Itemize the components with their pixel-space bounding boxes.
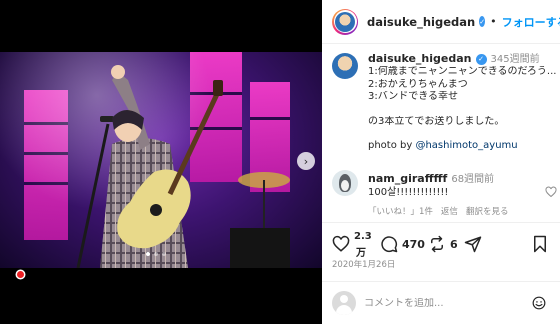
current-user-avatar	[332, 291, 356, 315]
side-panel: daisuke_higedan ✓ • フォローする ··· daisuke_h…	[322, 0, 560, 324]
carousel-dot	[154, 252, 158, 256]
repost-icon[interactable]	[428, 235, 446, 253]
commenter-avatar[interactable]	[332, 170, 358, 196]
carousel-next-button[interactable]: ›	[297, 152, 315, 170]
comment-text: 100살!!!!!!!!!!!!!	[368, 186, 449, 198]
caption-username[interactable]: daisuke_higedan	[368, 53, 472, 65]
comment-icon[interactable]	[380, 235, 398, 253]
author-avatar[interactable]	[332, 8, 358, 35]
action-bar: 2.3 万 470 6	[322, 222, 560, 262]
comment-meta: 「いいね！」1件 返信 翻訳を見る	[368, 205, 516, 217]
caption-line: 2:おかえりちゃんまつ	[368, 78, 468, 90]
like-count-top[interactable]: 2.3	[354, 231, 372, 242]
post-date[interactable]: 2020年1月26日	[332, 258, 395, 270]
send-icon[interactable]	[464, 235, 482, 253]
caption-body: daisuke_higedan ✓ 345週間前 1:何歳までニャンニャンできるのだ…	[368, 53, 558, 152]
heart-icon[interactable]	[545, 186, 557, 198]
caption-line: 1:何歳までニャンニャンできるのだろう...	[368, 66, 557, 78]
performer-illustration	[76, 65, 290, 268]
caption-author-avatar[interactable]	[332, 53, 358, 79]
media-panel: ›	[0, 0, 322, 324]
repost-count[interactable]: 6	[450, 238, 458, 251]
commenter-username[interactable]: nam_girafffff	[368, 172, 447, 185]
post-header: daisuke_higedan ✓ • フォローする ···	[322, 0, 560, 44]
comment-likes-link[interactable]: 「いいね！」1件	[368, 207, 433, 217]
comment-body: nam_girafffff 68週間前 100살!!!!!!!!!!!!!	[368, 172, 538, 199]
follow-button[interactable]: フォローする	[502, 14, 560, 30]
comment-input-bar	[322, 281, 560, 324]
caption-mention-link[interactable]: @hashimoto_ayumu	[415, 140, 517, 151]
bookmark-icon[interactable]	[532, 235, 548, 253]
header-separator: •	[490, 15, 497, 28]
caption-line: 3:バンドできる幸せ	[368, 91, 459, 103]
chevron-right-icon: ›	[303, 154, 309, 168]
verified-badge-icon: ✓	[475, 53, 487, 65]
verified-badge-icon: ✓	[479, 16, 486, 27]
caption-timestamp[interactable]: 345週間前	[491, 54, 540, 65]
like-count-bottom[interactable]: 万	[356, 244, 366, 259]
comment-input[interactable]	[364, 297, 534, 309]
carousel-dots	[146, 252, 166, 256]
caption-line: photo by	[368, 140, 416, 152]
carousel-dot	[146, 252, 150, 256]
record-indicator-icon	[17, 271, 24, 278]
caption-line: の3本立てでお送りしました。	[368, 115, 505, 127]
comment-translate-button[interactable]: 翻訳を見る	[466, 207, 509, 217]
carousel-dot	[162, 252, 166, 256]
author-username[interactable]: daisuke_higedan	[367, 15, 475, 29]
caption-line	[368, 104, 558, 116]
comment-timestamp[interactable]: 68週間前	[451, 174, 494, 185]
caption-line	[368, 128, 558, 140]
heart-icon[interactable]	[332, 235, 350, 253]
post-photo[interactable]	[0, 52, 322, 268]
comment-reply-button[interactable]: 返信	[441, 207, 458, 217]
comment-count[interactable]: 470	[402, 238, 425, 251]
emoji-icon[interactable]	[532, 296, 546, 310]
